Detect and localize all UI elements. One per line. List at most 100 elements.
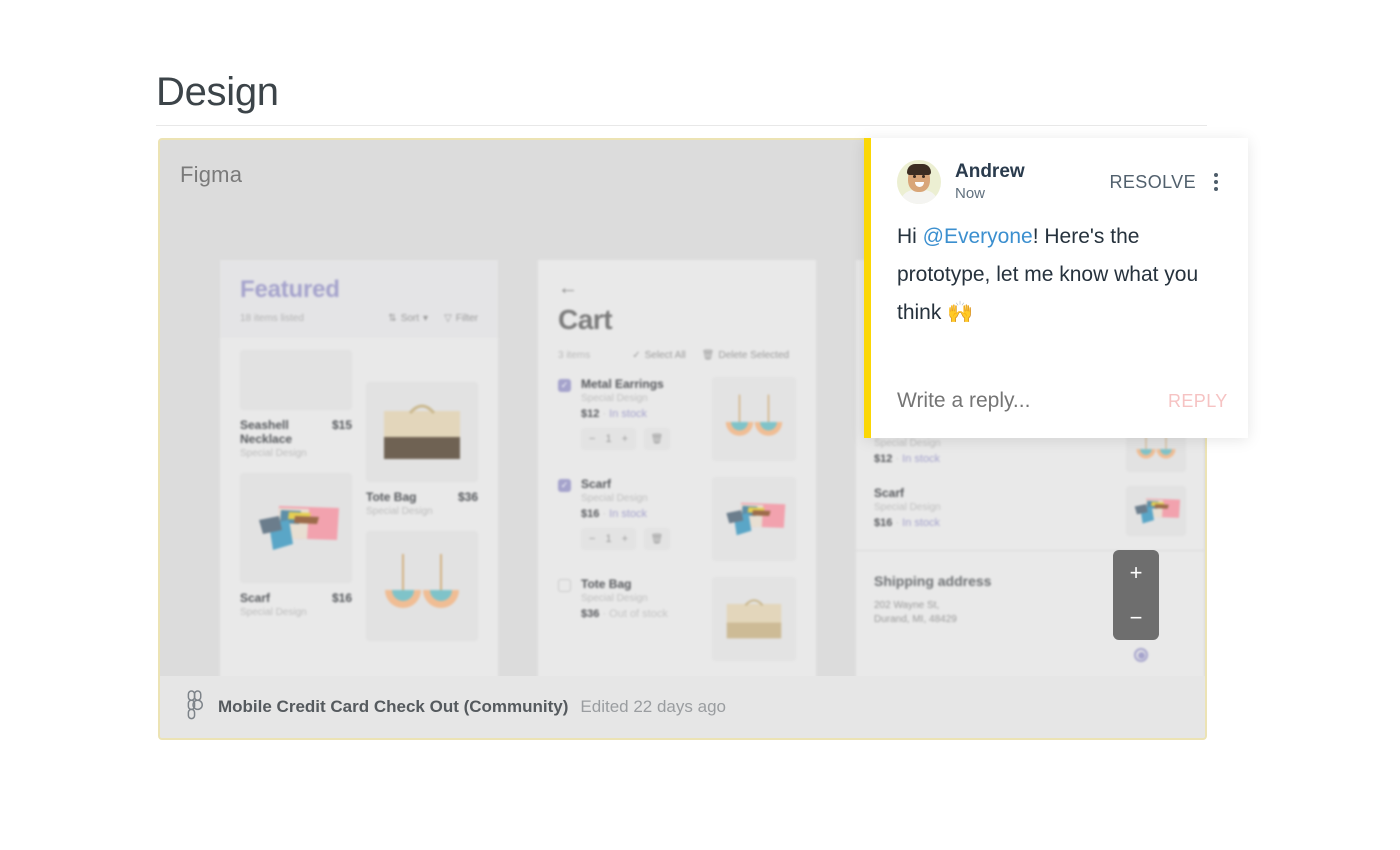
checkout-item-price: $12 — [874, 453, 893, 465]
back-button[interactable]: ← — [558, 278, 796, 298]
cart-item-name: Tote Bag — [581, 577, 632, 591]
product-name: Tote Bag — [366, 490, 417, 504]
sort-label: Sort — [400, 313, 420, 324]
resolve-button[interactable]: RESOLVE — [1110, 172, 1197, 193]
featured-title: Featured — [240, 276, 340, 303]
comment-header: Andrew Now RESOLVE — [871, 138, 1248, 204]
featured-column-right: Tote Bag $36 Special Design — [366, 350, 478, 641]
filter-button[interactable]: ▽ Filter — [444, 313, 478, 324]
cart-item-subtitle: Special Design — [581, 593, 648, 604]
zoom-in-button[interactable]: + — [1130, 561, 1143, 584]
earrings-artwork-icon — [385, 554, 459, 608]
figma-logo-icon — [184, 689, 206, 725]
cart-item-price: $12 — [581, 408, 600, 420]
product-name: Seashell Necklace — [240, 418, 293, 446]
product-price: $15 — [331, 418, 352, 432]
comment-timestamp: Now — [955, 184, 986, 202]
zoom-out-button[interactable]: − — [1130, 606, 1143, 629]
figma-file-name: Mobile Credit Card Check Out (Community) — [218, 697, 569, 716]
cart-item-thumbnail — [712, 577, 796, 661]
zoom-controls[interactable]: + − — [1113, 550, 1159, 640]
title-divider — [156, 125, 1207, 126]
quantity-stepper[interactable]: − 1 + — [581, 528, 636, 550]
trash-icon: 🗑 — [701, 350, 715, 361]
separator-dot: · — [895, 453, 900, 465]
cart-item-thumbnail — [712, 377, 796, 461]
decrement-button[interactable]: − — [589, 533, 595, 545]
checkout-row: Scarf Special Design $16 · In stock — [874, 486, 1186, 536]
increment-button[interactable]: + — [622, 433, 628, 445]
reply-button[interactable]: REPLY — [1168, 391, 1228, 412]
featured-header: Featured 18 items listed ⇅ Sort ▾ ▽ Filt… — [220, 260, 498, 338]
cart-item-checkbox[interactable]: ✓ — [558, 479, 571, 492]
delete-item-button[interactable]: 🗑 — [644, 428, 670, 450]
cart-item-thumbnail — [712, 477, 796, 561]
decrement-button[interactable]: − — [589, 433, 595, 445]
filter-label: Filter — [455, 313, 478, 324]
product-image-metal-earrings[interactable] — [366, 531, 478, 641]
cart-item-stock: Out of stock — [609, 608, 668, 620]
comment-text: Hi @Everyone! Here's the prototype, let … — [871, 204, 1248, 332]
separator-dot: · — [602, 608, 607, 620]
quantity-value: 1 — [605, 433, 612, 445]
checkout-item-name: Scarf — [874, 486, 905, 500]
checkout-item-stock: In stock — [902, 517, 941, 529]
checkout-item-subtitle: Special Design — [874, 502, 941, 513]
cart-item-checkbox[interactable]: ✓ — [558, 379, 571, 392]
separator-dot: · — [602, 408, 607, 420]
tote-bag-artwork-icon — [384, 404, 460, 459]
scarf-artwork-icon — [258, 506, 339, 550]
reply-input[interactable] — [897, 389, 1168, 413]
more-vertical-icon[interactable] — [1210, 173, 1228, 191]
comment-card[interactable]: Andrew Now RESOLVE Hi @Everyone! Here's … — [864, 138, 1248, 438]
figma-file-footer[interactable]: Mobile Credit Card Check Out (Community)… — [160, 676, 1205, 738]
increment-button[interactable]: + — [622, 533, 628, 545]
product-subtitle: Special Design — [240, 448, 307, 459]
cart-item-price: $36 — [581, 608, 600, 620]
delete-selected-label: Delete Selected — [718, 350, 790, 361]
cart-row[interactable]: ✓ Metal Earrings Special Design $12 · In… — [558, 377, 796, 461]
avatar[interactable] — [897, 160, 941, 204]
featured-item-count: 18 items listed — [240, 313, 304, 324]
product-subtitle: Special Design — [240, 607, 307, 618]
delete-selected-button[interactable]: 🗑 Delete Selected — [702, 350, 789, 361]
product-image-scarf[interactable] — [240, 473, 352, 583]
product-subtitle: Special Design — [366, 506, 433, 517]
cart-title: Cart — [558, 304, 613, 335]
cart-item-subtitle: Special Design — [581, 393, 648, 404]
cart-item-stock: In stock — [609, 508, 648, 520]
comment-text-lead: Hi — [897, 225, 923, 248]
product-image-tote-bag[interactable] — [366, 382, 478, 482]
cart-item-subtitle: Special Design — [581, 493, 648, 504]
scarf-artwork-icon — [726, 502, 786, 536]
product-price: $36 — [457, 490, 478, 504]
cart-row[interactable]: ✓ Scarf Special Design $16 · In stock − — [558, 477, 796, 561]
select-all-label: Select All — [644, 350, 686, 361]
quantity-stepper[interactable]: − 1 + — [581, 428, 636, 450]
select-all-button[interactable]: ✓ Select All — [632, 350, 686, 361]
prototype-screen-featured[interactable]: Featured 18 items listed ⇅ Sort ▾ ▽ Filt… — [220, 260, 498, 680]
featured-column-left: Seashell Necklace $15 Special Design Sca… — [240, 350, 352, 641]
figma-file-edited-meta: Edited 22 days ago — [580, 697, 726, 716]
cart-item-checkbox[interactable] — [558, 579, 571, 592]
cart-item-price: $16 — [581, 508, 600, 520]
check-icon: ✓ — [632, 350, 641, 361]
product-image-seashell-necklace[interactable] — [240, 350, 352, 410]
featured-product-grid: Seashell Necklace $15 Special Design Sca… — [220, 350, 498, 641]
cart-item-name: Metal Earrings — [581, 377, 664, 391]
prototype-screen-cart[interactable]: ← Cart 3 items ✓ Select All 🗑 Delete Sel… — [538, 260, 816, 680]
comment-mention[interactable]: @Everyone — [923, 225, 1033, 248]
delete-item-button[interactable]: 🗑 — [644, 528, 670, 550]
tote-bag-artwork-icon — [726, 599, 782, 639]
cart-row[interactable]: Tote Bag Special Design $36 · Out of sto… — [558, 577, 796, 661]
sort-icon: ⇅ — [388, 313, 397, 324]
sort-button[interactable]: ⇅ Sort ▾ — [388, 313, 428, 324]
comment-author-name: Andrew — [955, 160, 1025, 182]
arrow-left-icon: ← — [558, 277, 578, 299]
checkout-item-price: $16 — [874, 517, 893, 529]
product-price: $16 — [331, 591, 352, 605]
cart-item-count: 3 items — [558, 350, 591, 361]
product-name: Scarf — [240, 591, 271, 605]
cart-item-stock: In stock — [609, 408, 648, 420]
shipping-address-radio[interactable] — [1134, 648, 1148, 662]
